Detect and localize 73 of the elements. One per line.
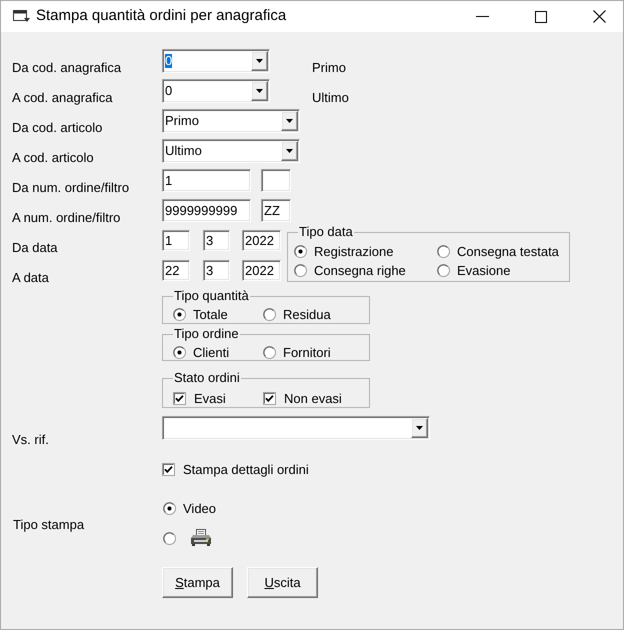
maximize-icon[interactable] bbox=[535, 10, 547, 22]
dropdown-button[interactable] bbox=[251, 81, 268, 101]
date-field[interactable]: 22 bbox=[162, 260, 190, 281]
window-icon bbox=[13, 10, 30, 23]
field-label: Da num. ordine/filtro bbox=[12, 180, 130, 195]
radio-button[interactable] bbox=[173, 308, 186, 320]
group-title: Stato ordini bbox=[173, 371, 241, 385]
radio-label[interactable]: Consegna testata bbox=[457, 244, 559, 259]
date-field[interactable]: 1 bbox=[162, 230, 190, 251]
radio-button[interactable] bbox=[163, 532, 176, 544]
printer-icon bbox=[190, 529, 212, 547]
hint-label: Primo bbox=[312, 59, 346, 75]
caret-icon bbox=[286, 119, 293, 123]
dropdown-button[interactable] bbox=[281, 111, 298, 131]
radio-button[interactable] bbox=[263, 308, 276, 320]
radio-label[interactable]: Fornitori bbox=[283, 344, 331, 360]
field-label: Da data bbox=[12, 240, 58, 255]
combo-box[interactable]: 0 bbox=[162, 79, 270, 103]
combo-box[interactable] bbox=[162, 416, 430, 440]
radio-label[interactable]: Registrazione bbox=[314, 244, 394, 259]
radio-button[interactable] bbox=[163, 502, 176, 514]
radio-label[interactable]: Clienti bbox=[193, 344, 230, 360]
print-button[interactable]: Stampa bbox=[162, 567, 233, 598]
date-field[interactable]: 3 bbox=[203, 260, 230, 281]
field-label: A num. ordine/filtro bbox=[12, 210, 120, 225]
radio-button[interactable] bbox=[294, 264, 307, 277]
combo-box[interactable]: Ultimo bbox=[162, 139, 300, 163]
field-label: Da cod. articolo bbox=[12, 120, 102, 135]
checkbox-label[interactable]: Non evasi bbox=[284, 390, 342, 406]
text-field[interactable]: 1 bbox=[162, 169, 251, 192]
radio-label[interactable]: Evasione bbox=[457, 263, 510, 278]
radio-button[interactable] bbox=[437, 264, 450, 277]
caret-icon bbox=[416, 426, 423, 430]
dropdown-button[interactable] bbox=[411, 418, 428, 438]
field-label: A cod. articolo bbox=[12, 150, 94, 165]
caret-icon bbox=[286, 149, 293, 153]
radio-label[interactable]: Residua bbox=[283, 306, 331, 322]
exit-button[interactable]: Uscita bbox=[247, 567, 318, 598]
field-label: Da cod. anagrafica bbox=[12, 60, 122, 75]
hint-label: Ultimo bbox=[312, 89, 349, 105]
radio-button[interactable] bbox=[173, 346, 186, 358]
text-field[interactable]: ZZ bbox=[261, 199, 291, 222]
field-label: Vs. rif. bbox=[12, 432, 49, 447]
caret-icon bbox=[256, 59, 263, 63]
dropdown-button[interactable] bbox=[251, 51, 268, 71]
caret-icon bbox=[256, 89, 263, 93]
date-field[interactable]: 3 bbox=[203, 230, 230, 251]
radio-button[interactable] bbox=[294, 245, 307, 258]
checkbox[interactable] bbox=[263, 392, 276, 404]
checkbox[interactable] bbox=[162, 462, 175, 476]
checkbox[interactable] bbox=[173, 392, 186, 404]
radio-label[interactable]: Totale bbox=[193, 306, 228, 322]
combo-box[interactable]: 0 bbox=[162, 49, 270, 73]
close-icon[interactable] bbox=[593, 10, 606, 23]
checkbox-label[interactable]: Evasi bbox=[194, 390, 226, 406]
text-field[interactable] bbox=[261, 169, 291, 192]
field-label: Tipo stampa bbox=[13, 517, 84, 532]
dropdown-button[interactable] bbox=[281, 141, 298, 161]
window-title: Stampa quantità ordini per anagrafica bbox=[36, 6, 286, 26]
radio-label[interactable]: Consegna righe bbox=[314, 263, 406, 278]
group-title: Tipo quantità bbox=[173, 289, 250, 303]
date-field[interactable]: 2022 bbox=[242, 230, 281, 251]
combo-box[interactable]: Primo bbox=[162, 109, 300, 133]
field-label: A data bbox=[12, 270, 49, 285]
radio-label[interactable]: Video bbox=[183, 500, 216, 516]
radio-button[interactable] bbox=[263, 346, 276, 358]
text-field[interactable]: 9999999999 bbox=[162, 199, 251, 222]
date-field[interactable]: 2022 bbox=[242, 260, 281, 281]
field-label: A cod. anagrafica bbox=[12, 90, 112, 105]
checkbox-label[interactable]: Stampa dettagli ordini bbox=[183, 462, 309, 476]
group-title: Tipo ordine bbox=[173, 327, 240, 341]
group-title: Tipo data bbox=[298, 225, 354, 239]
radio-button[interactable] bbox=[437, 245, 450, 258]
